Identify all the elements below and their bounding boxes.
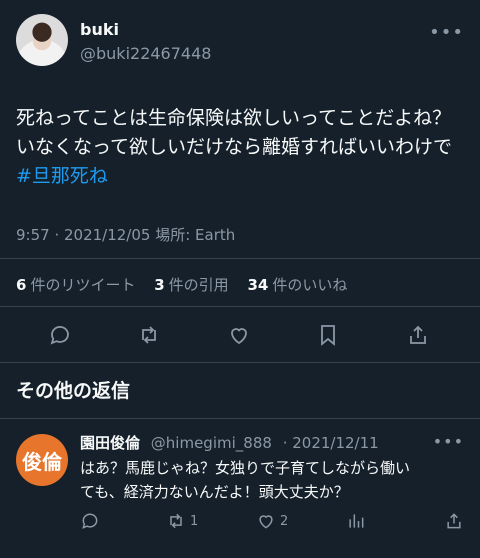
- reply-date: · 2021/12/11: [282, 434, 379, 452]
- reply-icon[interactable]: [48, 323, 72, 347]
- like-icon[interactable]: [227, 323, 251, 347]
- reply-header: 園田俊倫 @himegimi_888 · 2021/12/11: [80, 432, 379, 453]
- more-horizontal-icon[interactable]: •••: [429, 22, 464, 43]
- reply-text: はあ？馬鹿じゃね？女独りで子育てしながら働い ても、経済力ないんだよ！頭大丈夫か…: [80, 456, 466, 504]
- tweet-meta: 9:57 · 2021/12/05 場所: Earth: [16, 226, 236, 244]
- quotes-stat[interactable]: 3 件の引用: [154, 276, 228, 294]
- bookmark-icon[interactable]: [316, 323, 340, 347]
- retweet-icon: [170, 513, 182, 529]
- divider: [0, 362, 480, 363]
- divider: [0, 418, 480, 419]
- retweets-label: 件のリツイート: [30, 276, 136, 294]
- tweet-header: buki @buki22467448 •••: [16, 14, 464, 72]
- user-handle[interactable]: @buki22467448: [80, 44, 211, 63]
- reply-retweet-count: 1: [190, 513, 199, 529]
- quotes-count: 3: [154, 276, 165, 294]
- like-button[interactable]: 2: [256, 510, 288, 532]
- avatar[interactable]: [16, 14, 68, 66]
- divider: [0, 306, 480, 307]
- retweet-icon[interactable]: [137, 323, 161, 347]
- reply-avatar[interactable]: 俊倫: [16, 434, 68, 486]
- reply-actions: 1 2: [80, 510, 464, 534]
- tweet-actions: [0, 318, 480, 352]
- likes-count: 34: [247, 276, 269, 294]
- replies-section-title: その他の返信: [16, 380, 131, 402]
- reply-icon[interactable]: [80, 510, 100, 532]
- reply-text-line-1: はあ？馬鹿じゃね？女独りで子育てしながら働い: [80, 459, 411, 477]
- share-icon[interactable]: [444, 510, 464, 532]
- reply-display-name[interactable]: 園田俊倫: [80, 434, 140, 452]
- quotes-label: 件の引用: [168, 276, 229, 294]
- like-icon: [259, 515, 273, 529]
- tweet-text-line-2: いなくなって欲しいだけなら離婚すればいいわけで: [16, 136, 453, 158]
- tweet-text-line-1: 死ねってことは生命保険は欲しいってことだよね？: [16, 107, 452, 129]
- retweets-count: 6: [16, 276, 27, 294]
- likes-label: 件のいいね: [272, 276, 348, 294]
- display-name[interactable]: buki: [80, 20, 119, 39]
- likes-stat[interactable]: 34 件のいいね: [247, 276, 347, 294]
- share-icon[interactable]: [406, 323, 430, 347]
- tweet-stats: 6 件のリツイート 3 件の引用 34 件のいいね: [16, 274, 361, 295]
- reply-text-line-2: ても、経済力ないんだよ！頭大丈夫か？: [80, 483, 349, 501]
- analytics-icon[interactable]: [346, 510, 366, 532]
- reply-like-count: 2: [280, 513, 289, 529]
- hashtag-link[interactable]: #旦那死ね: [16, 162, 466, 191]
- reply-handle[interactable]: @himegimi_888: [151, 434, 272, 452]
- divider: [0, 258, 480, 259]
- retweets-stat[interactable]: 6 件のリツイート: [16, 276, 135, 294]
- more-horizontal-icon[interactable]: •••: [433, 432, 464, 451]
- tweet-text: 死ねってことは生命保険は欲しいってことだよね？ いなくなって欲しいだけなら離婚す…: [16, 104, 466, 191]
- tweet-detail-screen: buki @buki22467448 ••• 死ねってことは生命保険は欲しいって…: [0, 0, 480, 558]
- retweet-button[interactable]: 1: [166, 510, 198, 532]
